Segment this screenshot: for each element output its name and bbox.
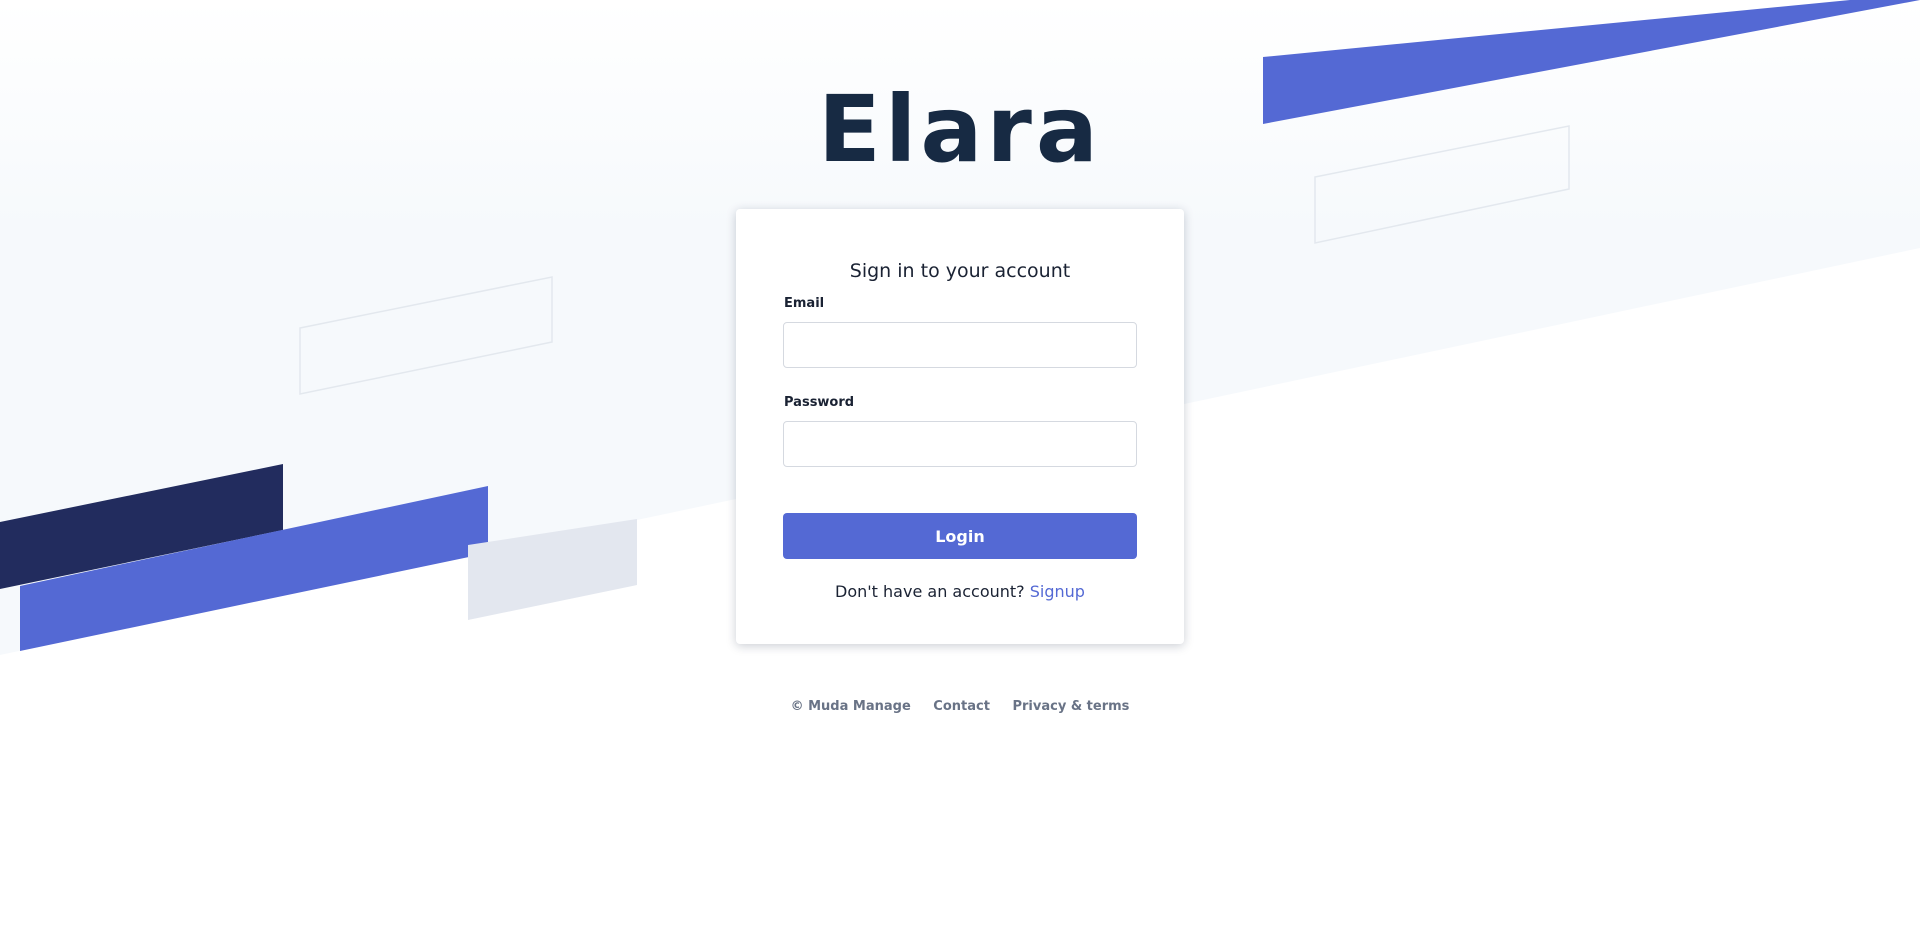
signup-prompt: Don't have an account?	[835, 582, 1025, 601]
login-page: Elara Sign in to your account Email Pass…	[0, 0, 1920, 952]
signup-link[interactable]: Signup	[1030, 582, 1085, 601]
logo-text: Elara	[818, 76, 1102, 183]
footer-copyright: © Muda Manage	[790, 699, 911, 714]
footer: © Muda Manage Contact Privacy & terms	[0, 699, 1920, 714]
email-field[interactable]	[783, 322, 1137, 368]
login-button[interactable]: Login	[783, 513, 1137, 559]
login-title: Sign in to your account	[849, 260, 1071, 282]
password-label: Password	[784, 395, 855, 410]
footer-contact-link[interactable]: Contact	[933, 699, 990, 714]
logo: Elara	[0, 84, 1920, 176]
footer-privacy-link[interactable]: Privacy & terms	[1012, 699, 1129, 714]
login-card: Sign in to your account Email Password L…	[736, 209, 1184, 644]
password-field[interactable]	[783, 421, 1137, 467]
signup-row: Don't have an account? Signup	[783, 581, 1137, 603]
email-label: Email	[784, 296, 825, 311]
